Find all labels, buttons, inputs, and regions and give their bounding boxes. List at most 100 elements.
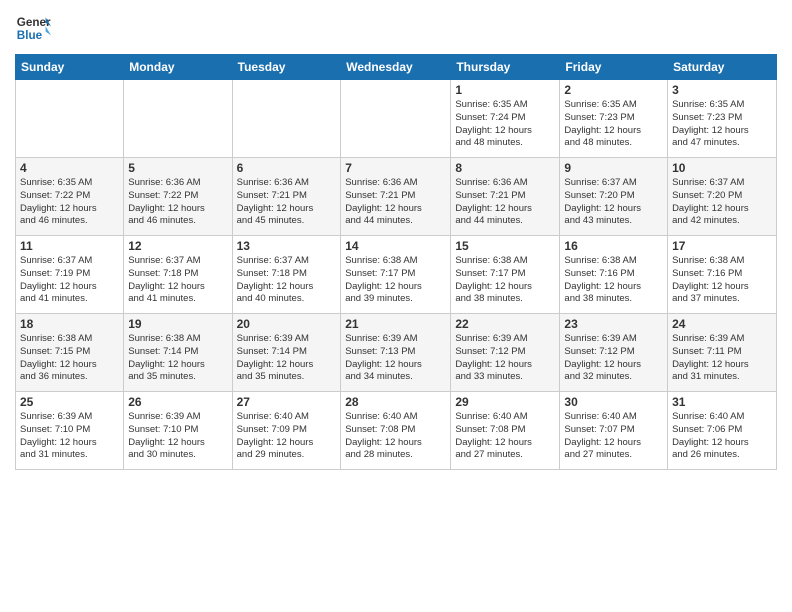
logo: General Blue [15,10,51,46]
day-info: Sunrise: 6:39 AM Sunset: 7:12 PM Dayligh… [564,333,663,384]
weekday-header-wednesday: Wednesday [341,55,451,80]
day-number: 1 [455,83,555,97]
day-info: Sunrise: 6:36 AM Sunset: 7:21 PM Dayligh… [237,177,337,228]
day-info: Sunrise: 6:39 AM Sunset: 7:10 PM Dayligh… [128,411,227,462]
day-number: 30 [564,395,663,409]
day-number: 20 [237,317,337,331]
day-info: Sunrise: 6:37 AM Sunset: 7:18 PM Dayligh… [237,255,337,306]
day-number: 2 [564,83,663,97]
calendar-cell: 25 Sunrise: 6:39 AM Sunset: 7:10 PM Dayli… [16,392,124,470]
day-info: Sunrise: 6:38 AM Sunset: 7:15 PM Dayligh… [20,333,119,384]
day-info: Sunrise: 6:35 AM Sunset: 7:22 PM Dayligh… [20,177,119,228]
calendar-cell: 19 Sunrise: 6:38 AM Sunset: 7:14 PM Dayli… [124,314,232,392]
day-info: Sunrise: 6:38 AM Sunset: 7:17 PM Dayligh… [455,255,555,306]
page: General Blue SundayMondayTuesdayWednesda… [0,0,792,480]
weekday-header-tuesday: Tuesday [232,55,341,80]
day-info: Sunrise: 6:35 AM Sunset: 7:23 PM Dayligh… [564,99,663,150]
calendar-cell: 22 Sunrise: 6:39 AM Sunset: 7:12 PM Dayli… [451,314,560,392]
calendar-cell: 7 Sunrise: 6:36 AM Sunset: 7:21 PM Daylig… [341,158,451,236]
calendar-cell: 28 Sunrise: 6:40 AM Sunset: 7:08 PM Dayli… [341,392,451,470]
calendar-cell: 3 Sunrise: 6:35 AM Sunset: 7:23 PM Daylig… [668,80,777,158]
day-info: Sunrise: 6:36 AM Sunset: 7:21 PM Dayligh… [345,177,446,228]
calendar-cell: 17 Sunrise: 6:38 AM Sunset: 7:16 PM Dayli… [668,236,777,314]
day-info: Sunrise: 6:39 AM Sunset: 7:13 PM Dayligh… [345,333,446,384]
day-info: Sunrise: 6:40 AM Sunset: 7:07 PM Dayligh… [564,411,663,462]
day-number: 17 [672,239,772,253]
day-info: Sunrise: 6:40 AM Sunset: 7:08 PM Dayligh… [455,411,555,462]
day-number: 7 [345,161,446,175]
day-info: Sunrise: 6:40 AM Sunset: 7:08 PM Dayligh… [345,411,446,462]
day-number: 5 [128,161,227,175]
logo-icon: General Blue [15,10,51,46]
day-number: 11 [20,239,119,253]
calendar-cell: 11 Sunrise: 6:37 AM Sunset: 7:19 PM Dayli… [16,236,124,314]
calendar-week-5: 25 Sunrise: 6:39 AM Sunset: 7:10 PM Dayli… [16,392,777,470]
calendar-cell: 26 Sunrise: 6:39 AM Sunset: 7:10 PM Dayli… [124,392,232,470]
calendar-cell: 6 Sunrise: 6:36 AM Sunset: 7:21 PM Daylig… [232,158,341,236]
day-number: 24 [672,317,772,331]
day-info: Sunrise: 6:39 AM Sunset: 7:10 PM Dayligh… [20,411,119,462]
calendar-cell: 24Sunrise: 6:39 AM Sunset: 7:11 PM Dayli… [668,314,777,392]
day-number: 21 [345,317,446,331]
day-info: Sunrise: 6:37 AM Sunset: 7:18 PM Dayligh… [128,255,227,306]
day-info: Sunrise: 6:36 AM Sunset: 7:21 PM Dayligh… [455,177,555,228]
calendar-cell [16,80,124,158]
calendar-cell: 2 Sunrise: 6:35 AM Sunset: 7:23 PM Daylig… [560,80,668,158]
calendar-cell: 29 Sunrise: 6:40 AM Sunset: 7:08 PM Dayli… [451,392,560,470]
day-info: Sunrise: 6:36 AM Sunset: 7:22 PM Dayligh… [128,177,227,228]
day-number: 22 [455,317,555,331]
calendar-cell: 23 Sunrise: 6:39 AM Sunset: 7:12 PM Dayli… [560,314,668,392]
calendar-cell: 5 Sunrise: 6:36 AM Sunset: 7:22 PM Daylig… [124,158,232,236]
day-info: Sunrise: 6:37 AM Sunset: 7:19 PM Dayligh… [20,255,119,306]
day-info: Sunrise: 6:38 AM Sunset: 7:14 PM Dayligh… [128,333,227,384]
weekday-header-saturday: Saturday [668,55,777,80]
calendar-cell: 1 Sunrise: 6:35 AM Sunset: 7:24 PM Daylig… [451,80,560,158]
day-number: 31 [672,395,772,409]
header: General Blue [15,10,777,46]
calendar-cell: 20Sunrise: 6:39 AM Sunset: 7:14 PM Dayli… [232,314,341,392]
calendar-cell: 12 Sunrise: 6:37 AM Sunset: 7:18 PM Dayli… [124,236,232,314]
day-number: 15 [455,239,555,253]
weekday-header-monday: Monday [124,55,232,80]
weekday-header-thursday: Thursday [451,55,560,80]
calendar-cell: 14 Sunrise: 6:38 AM Sunset: 7:17 PM Dayli… [341,236,451,314]
day-number: 9 [564,161,663,175]
day-number: 6 [237,161,337,175]
day-number: 10 [672,161,772,175]
day-info: Sunrise: 6:35 AM Sunset: 7:23 PM Dayligh… [672,99,772,150]
calendar-cell: 9 Sunrise: 6:37 AM Sunset: 7:20 PM Daylig… [560,158,668,236]
day-number: 3 [672,83,772,97]
day-number: 26 [128,395,227,409]
day-number: 27 [237,395,337,409]
day-info: Sunrise: 6:37 AM Sunset: 7:20 PM Dayligh… [564,177,663,228]
day-number: 8 [455,161,555,175]
day-number: 29 [455,395,555,409]
day-number: 12 [128,239,227,253]
day-number: 4 [20,161,119,175]
calendar-cell: 8 Sunrise: 6:36 AM Sunset: 7:21 PM Daylig… [451,158,560,236]
day-number: 14 [345,239,446,253]
day-number: 23 [564,317,663,331]
calendar-cell: 13 Sunrise: 6:37 AM Sunset: 7:18 PM Dayli… [232,236,341,314]
calendar-cell: 31Sunrise: 6:40 AM Sunset: 7:06 PM Dayli… [668,392,777,470]
calendar-cell: 27 Sunrise: 6:40 AM Sunset: 7:09 PM Dayli… [232,392,341,470]
calendar-cell: 21 Sunrise: 6:39 AM Sunset: 7:13 PM Dayli… [341,314,451,392]
day-number: 25 [20,395,119,409]
day-info: Sunrise: 6:39 AM Sunset: 7:12 PM Dayligh… [455,333,555,384]
calendar-cell: 30 Sunrise: 6:40 AM Sunset: 7:07 PM Dayli… [560,392,668,470]
day-number: 13 [237,239,337,253]
weekday-header-row: SundayMondayTuesdayWednesdayThursdayFrid… [16,55,777,80]
day-number: 16 [564,239,663,253]
svg-text:Blue: Blue [17,29,43,42]
day-number: 19 [128,317,227,331]
calendar-cell [232,80,341,158]
day-info: Sunrise: 6:38 AM Sunset: 7:17 PM Dayligh… [345,255,446,306]
day-info: Sunrise: 6:38 AM Sunset: 7:16 PM Dayligh… [672,255,772,306]
day-info: Sunrise: 6:37 AM Sunset: 7:20 PM Dayligh… [672,177,772,228]
day-info: Sunrise: 6:35 AM Sunset: 7:24 PM Dayligh… [455,99,555,150]
day-info: Sunrise: 6:40 AM Sunset: 7:09 PM Dayligh… [237,411,337,462]
calendar-cell: 18Sunrise: 6:38 AM Sunset: 7:15 PM Dayli… [16,314,124,392]
calendar-cell [341,80,451,158]
day-number: 28 [345,395,446,409]
calendar-cell: 4 Sunrise: 6:35 AM Sunset: 7:22 PM Daylig… [16,158,124,236]
